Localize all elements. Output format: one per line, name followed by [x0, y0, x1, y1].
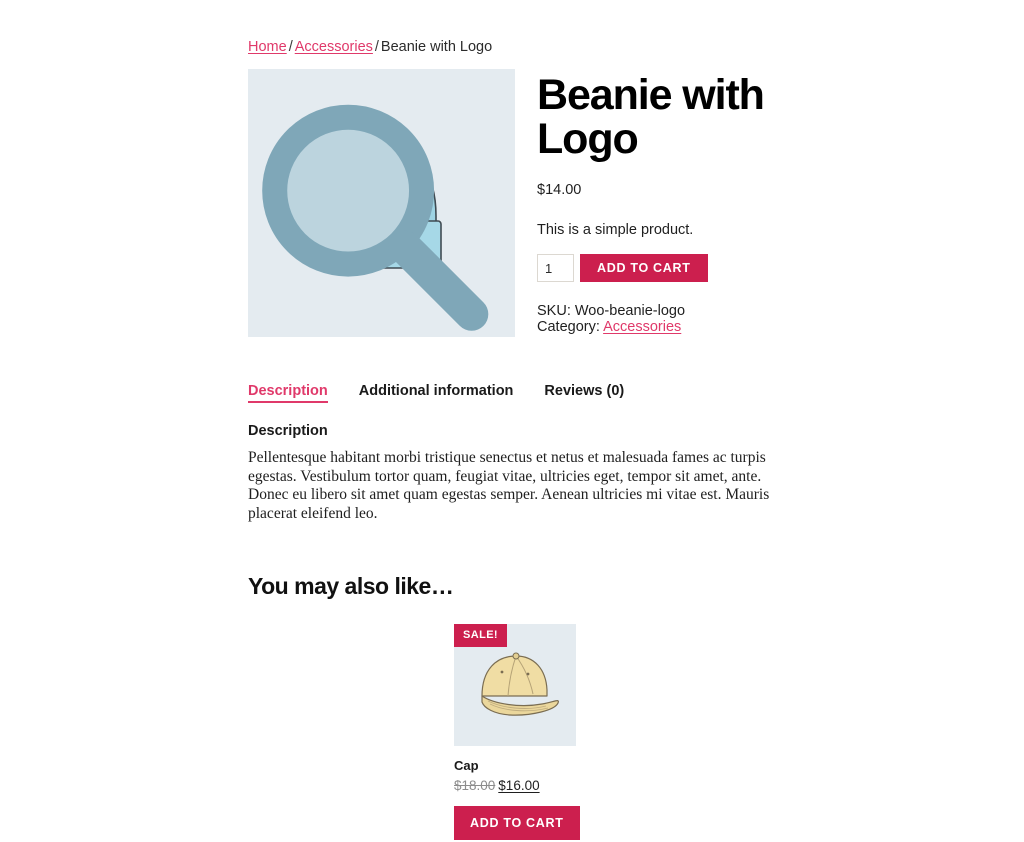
add-to-cart-button[interactable]: ADD TO CART [580, 254, 708, 282]
product-summary: Beanie with Logo $14.00 This is a simple… [515, 69, 808, 335]
product-tabs: Description Additional information Revie… [248, 383, 808, 403]
description-heading: Description [248, 423, 328, 439]
quantity-input[interactable] [537, 254, 574, 282]
related-products-heading: You may also like… [248, 573, 454, 600]
breadcrumb-separator-1: / [288, 39, 293, 55]
description-text: Pellentesque habitant morbi tristique se… [248, 449, 770, 522]
related-products-grid: SALE! Cap $18.00 $16.00 ADD TO CART [248, 624, 808, 841]
product-category-link[interactable]: Accessories [603, 319, 681, 335]
page-title: Beanie with Logo [537, 71, 765, 163]
tab-reviews[interactable]: Reviews (0) [544, 383, 624, 403]
product-card-price: $18.00 $16.00 [454, 778, 576, 793]
product-card-thumbnail[interactable]: SALE! [454, 624, 576, 747]
breadcrumb-separator-2: / [374, 39, 379, 55]
product-card-title[interactable]: Cap [454, 758, 576, 773]
tab-description[interactable]: Description [248, 383, 328, 403]
product-main: Beanie with Logo $14.00 This is a simple… [248, 69, 808, 337]
product-card-cap[interactable]: SALE! Cap $18.00 $16.00 ADD TO CART [454, 624, 580, 841]
magnifier-icon[interactable] [238, 80, 505, 348]
sale-price: $16.00 [498, 778, 540, 794]
description-panel: Description Pellentesque habitant morbi … [248, 423, 808, 523]
breadcrumb-category-link[interactable]: Accessories [295, 39, 373, 55]
breadcrumb-current: Beanie with Logo [380, 39, 493, 55]
breadcrumb-home-link[interactable]: Home [248, 39, 287, 55]
grid-spacer [248, 624, 454, 840]
product-price: $14.00 [537, 182, 582, 198]
product-page: Home / Accessories / Beanie with Logo Be… [0, 0, 1024, 842]
product-meta: SKU: Woo-beanie-logo Category: Accessori… [537, 303, 742, 335]
product-gallery[interactable] [248, 69, 515, 337]
tab-additional-information[interactable]: Additional information [359, 383, 514, 403]
regular-price: $18.00 [454, 778, 496, 794]
page-container: Home / Accessories / Beanie with Logo Be… [248, 0, 808, 841]
product-card-add-to-cart-button[interactable]: ADD TO CART [454, 806, 580, 841]
add-to-cart-form: ADD TO CART [537, 254, 808, 282]
product-short-description: This is a simple product. [537, 222, 694, 238]
breadcrumb: Home / Accessories / Beanie with Logo [248, 38, 808, 56]
sale-badge: SALE! [454, 624, 507, 648]
